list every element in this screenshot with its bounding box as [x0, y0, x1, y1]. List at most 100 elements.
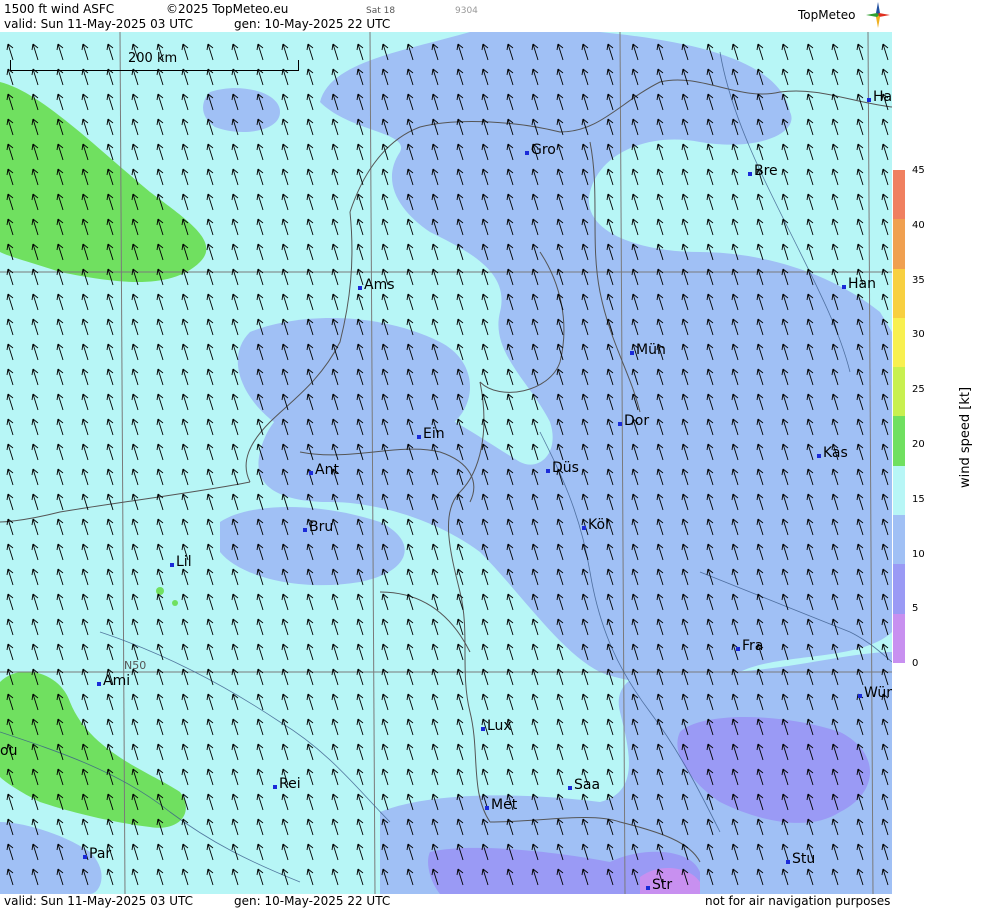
- wind-arrow: [281, 793, 289, 811]
- wind-arrow: [431, 768, 439, 786]
- wind-arrow: [131, 343, 139, 361]
- wind-arrow: [31, 468, 39, 486]
- wind-arrow: [481, 343, 489, 361]
- wind-arrow: [131, 443, 139, 461]
- wind-arrow: [281, 168, 289, 186]
- wind-arrow: [206, 418, 214, 436]
- wind-arrow: [831, 143, 839, 161]
- wind-arrow: [306, 43, 314, 61]
- wind-arrow: [156, 293, 164, 311]
- wind-arrow: [206, 168, 214, 186]
- wind-arrow: [31, 68, 39, 86]
- wind-arrow: [106, 818, 114, 836]
- wind-arrow: [731, 43, 739, 61]
- wind-arrow: [531, 768, 539, 786]
- wind-arrow: [806, 143, 814, 161]
- wind-arrow: [881, 43, 889, 61]
- wind-arrow: [381, 668, 389, 686]
- wind-arrow: [106, 343, 114, 361]
- wind-arrow: [831, 168, 839, 186]
- zone-20-25-nw: [0, 82, 207, 282]
- wind-arrow: [406, 543, 414, 561]
- wind-arrow: [356, 193, 364, 211]
- wind-arrow: [131, 718, 139, 736]
- wind-arrow: [231, 343, 239, 361]
- wind-arrow: [356, 868, 364, 886]
- topmeteo-logo: TopMeteo: [798, 8, 856, 22]
- wind-arrow: [56, 443, 64, 461]
- city-saa: Saa: [568, 778, 600, 792]
- wind-arrow: [406, 518, 414, 536]
- wind-arrow: [56, 618, 64, 636]
- wind-arrow: [456, 693, 464, 711]
- wind-arrow: [106, 618, 114, 636]
- wind-arrow: [231, 793, 239, 811]
- wind-arrow: [56, 568, 64, 586]
- wind-arrow: [131, 418, 139, 436]
- wind-arrow: [156, 868, 164, 886]
- wind-arrow: [206, 368, 214, 386]
- wind-arrow: [456, 643, 464, 661]
- wind-arrow: [131, 643, 139, 661]
- wind-arrow: [381, 793, 389, 811]
- wind-arrow: [106, 718, 114, 736]
- wind-arrow: [281, 843, 289, 861]
- wind-arrow: [181, 818, 189, 836]
- wind-arrow: [156, 318, 164, 336]
- wind-arrow: [131, 518, 139, 536]
- wind-arrow: [106, 493, 114, 511]
- wind-arrow: [56, 393, 64, 411]
- wind-arrow: [481, 668, 489, 686]
- wind-arrow: [431, 618, 439, 636]
- city-kas: Kas: [817, 446, 848, 460]
- wind-arrow: [331, 168, 339, 186]
- wind-arrow: [506, 593, 514, 611]
- wind-arrow: [606, 168, 614, 186]
- wind-arrow: [356, 43, 364, 61]
- wind-arrow: [106, 418, 114, 436]
- wind-arrow: [156, 143, 164, 161]
- wind-arrow: [231, 293, 239, 311]
- wind-arrow: [31, 593, 39, 611]
- wind-arrow: [106, 518, 114, 536]
- wind-arrow: [806, 43, 814, 61]
- wind-arrow: [231, 218, 239, 236]
- wind-arrow: [706, 218, 714, 236]
- wind-arrow: [106, 318, 114, 336]
- wind-arrow: [56, 343, 64, 361]
- wind-arrow: [681, 218, 689, 236]
- wind-arrow: [206, 293, 214, 311]
- wind-arrow: [331, 793, 339, 811]
- wind-arrow: [256, 143, 264, 161]
- wind-arrow: [256, 593, 264, 611]
- wind-arrow: [156, 743, 164, 761]
- wind-arrow: [431, 543, 439, 561]
- wind-arrow: [731, 168, 739, 186]
- wind-arrow: [206, 643, 214, 661]
- wind-arrow: [6, 468, 14, 486]
- wind-arrow: [256, 243, 264, 261]
- wind-arrow: [6, 393, 14, 411]
- wind-arrow: [81, 618, 89, 636]
- wind-arrow: [406, 568, 414, 586]
- wind-arrow: [256, 168, 264, 186]
- wind-arrow: [356, 693, 364, 711]
- city-ant: Ant: [309, 463, 339, 477]
- wind-arrow: [131, 143, 139, 161]
- legend-color-band: [893, 564, 905, 614]
- wind-arrow: [731, 193, 739, 211]
- wind-map: 200 km N50 Ha Gro Bre Ams Han Mün Dor Ei…: [0, 32, 892, 894]
- wind-arrow: [331, 868, 339, 886]
- wind-arrow: [331, 768, 339, 786]
- wind-arrow: [6, 418, 14, 436]
- wind-arrow: [631, 168, 639, 186]
- wind-arrow: [156, 568, 164, 586]
- city-ami: Ami: [97, 674, 130, 688]
- footer-bar: valid: Sun 11-May-2025 03 UTC gen: 10-Ma…: [0, 894, 892, 909]
- wind-arrow: [481, 743, 489, 761]
- wind-arrow: [656, 143, 664, 161]
- city-ein: Ein: [417, 427, 445, 441]
- wind-arrow: [6, 318, 14, 336]
- wind-arrow: [306, 718, 314, 736]
- legend-tick: 40: [912, 220, 925, 231]
